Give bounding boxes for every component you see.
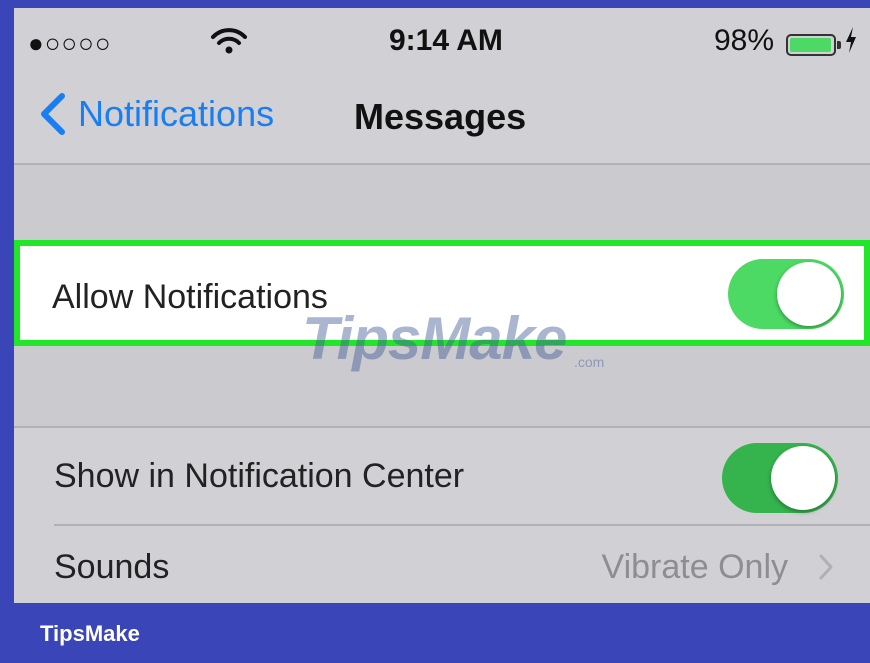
toggle-knob — [771, 446, 835, 510]
status-bar: ●○○○○ 9:14 AM 98% — [14, 8, 870, 80]
show-in-notification-center-toggle[interactable] — [722, 443, 838, 513]
show-in-notification-center-row: Show in Notification Center — [14, 426, 870, 526]
show-in-notification-center-label: Show in Notification Center — [54, 457, 465, 495]
charging-icon — [844, 26, 858, 61]
navigation-bar: Notifications Messages — [14, 80, 870, 165]
battery-percent: 98% — [714, 24, 775, 57]
chevron-left-icon — [41, 93, 65, 135]
status-time: 9:14 AM — [389, 24, 503, 57]
back-label: Notifications — [78, 93, 275, 134]
signal-strength: ●○○○○ — [28, 28, 112, 58]
allow-notifications-label: Allow Notifications — [52, 278, 328, 316]
wifi-icon — [209, 26, 249, 61]
allow-notifications-toggle[interactable] — [728, 259, 844, 329]
page-title: Messages — [354, 96, 527, 137]
battery-fill — [790, 38, 832, 52]
sounds-row[interactable]: Sounds Vibrate Only — [14, 526, 870, 603]
back-button[interactable]: Notifications — [36, 92, 274, 136]
sounds-value: Vibrate Only — [601, 548, 788, 586]
sounds-label: Sounds — [54, 548, 170, 586]
phone-screen: ●○○○○ 9:14 AM 98% Notifications Messages — [14, 8, 870, 603]
toggle-knob — [777, 262, 841, 326]
section-gap-top — [14, 165, 870, 240]
watermark-domain: .com — [574, 354, 605, 370]
footer-banner: TipsMake — [14, 603, 870, 663]
frame-left-border — [0, 0, 14, 663]
frame-top-border — [0, 0, 870, 8]
footer-brand-label: TipsMake — [40, 621, 140, 646]
battery-icon — [786, 34, 841, 56]
chevron-right-icon — [819, 554, 833, 580]
battery-cap — [837, 41, 841, 49]
watermark-logo: TipsMake — [302, 305, 567, 372]
